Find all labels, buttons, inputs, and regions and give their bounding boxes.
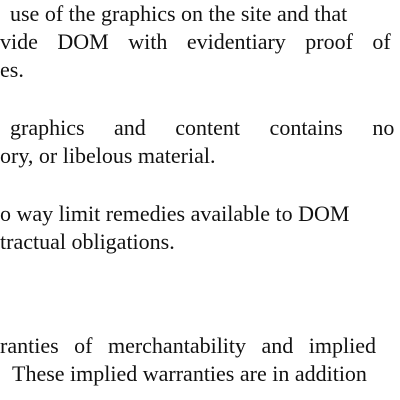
text-line-5: ory, or libelous material. (0, 143, 216, 168)
text-line-4: graphics and content contains no (10, 115, 395, 140)
text-line-6: o way limit remedies available to DOM (0, 201, 350, 226)
text-line-3: es. (0, 57, 24, 82)
text-line-1: use of the graphics on the site and that (10, 1, 348, 26)
text-line-2: vide DOM with evidentiary proof of (0, 29, 391, 54)
text-line-8: ranties of merchantability and implied (0, 333, 377, 358)
text-line-7: tractual obligations. (0, 229, 175, 254)
text-line-9: These implied warranties are in addition (12, 361, 367, 386)
